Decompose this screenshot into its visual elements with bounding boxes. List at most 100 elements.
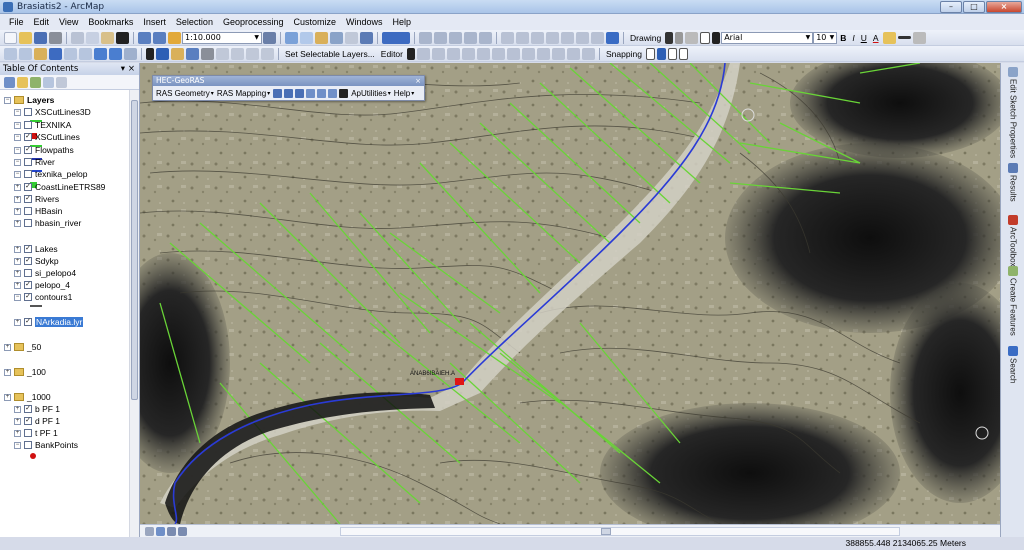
rotate-element-icon[interactable] — [675, 31, 684, 44]
layer-name[interactable]: Rivers — [35, 194, 59, 204]
map-horizontal-scrollbar[interactable] — [340, 527, 900, 536]
hecgeoras-title-bar[interactable]: HEC-GeoRAS × — [153, 76, 424, 86]
network-icon[interactable] — [449, 31, 462, 44]
cut-polygons-icon[interactable] — [507, 47, 520, 60]
edit-vertices-icon[interactable] — [492, 47, 505, 60]
map-view[interactable]: ANAB6IBAIEH.A — [140, 63, 1000, 524]
rectangle-icon[interactable] — [685, 31, 699, 44]
full-extent-icon[interactable] — [49, 47, 62, 60]
arctoolbox-icon[interactable] — [315, 31, 328, 44]
print-icon[interactable] — [49, 31, 62, 44]
toc-row-hbasin[interactable]: + HBasin — [14, 205, 62, 217]
editor-menu[interactable]: Editor — [381, 49, 403, 59]
redo-icon[interactable] — [153, 31, 166, 44]
topology-icon[interactable] — [434, 31, 447, 44]
expand-toggle[interactable]: + — [14, 183, 21, 191]
paste-icon[interactable] — [101, 31, 114, 44]
hecgeoras-help-menu[interactable]: Help — [394, 89, 410, 98]
hecgeoras-close-icon[interactable]: × — [415, 76, 421, 86]
copy-icon[interactable] — [86, 31, 99, 44]
visibility-checkbox[interactable]: ✓ — [24, 293, 32, 301]
visibility-checkbox[interactable] — [24, 121, 32, 129]
point-snap-icon[interactable] — [645, 47, 655, 60]
rotate-icon[interactable] — [561, 31, 574, 44]
toc-row-si-pelopo4[interactable]: + si_pelopo4 — [14, 267, 76, 279]
layer-name[interactable]: si_pelopo4 — [35, 268, 76, 278]
toc-row-xscutlines3d[interactable]: − XSCutLines3D — [14, 106, 91, 118]
layer-name[interactable]: _1000 — [27, 392, 51, 402]
visibility-checkbox[interactable] — [24, 158, 32, 166]
layer-name[interactable]: _50 — [27, 342, 41, 352]
xs-icon[interactable] — [317, 88, 327, 98]
expand-toggle[interactable]: + — [14, 429, 21, 437]
back-icon[interactable] — [94, 47, 107, 60]
toc-row-t-pf-1[interactable]: + t PF 1 — [14, 427, 58, 439]
toc-row-layers[interactable]: − Layers — [4, 94, 54, 106]
split-tool-icon[interactable] — [522, 47, 535, 60]
menu-edit[interactable]: Edit — [29, 17, 55, 27]
create-features-tab[interactable]: Create Features — [1005, 266, 1021, 336]
sketch-props-icon[interactable] — [591, 31, 604, 44]
list-by-drawing-order-icon[interactable] — [4, 76, 15, 88]
select-features-icon[interactable] — [124, 47, 137, 60]
font-name-combo[interactable]: Arial ▼ — [721, 31, 814, 44]
spatial-adjust-icon[interactable] — [464, 31, 477, 44]
pan-icon[interactable] — [34, 47, 47, 60]
visibility-checkbox[interactable]: ✓ — [24, 405, 32, 413]
menu-insert[interactable]: Insert — [138, 17, 171, 27]
pause-drawing-icon[interactable] — [178, 526, 187, 536]
forward-icon[interactable] — [109, 47, 122, 60]
layer-name[interactable]: t PF 1 — [35, 428, 58, 438]
map-scroll-thumb[interactable] — [601, 528, 611, 535]
layer-name[interactable]: b PF 1 — [35, 404, 60, 414]
toc-row-texnika-pelop[interactable]: − texnika_pelop — [14, 168, 87, 180]
visibility-checkbox[interactable]: ✓ — [24, 318, 32, 326]
sketch-properties-icon[interactable] — [567, 47, 580, 60]
visibility-checkbox[interactable] — [24, 269, 32, 277]
drawing-menu[interactable]: Drawing — [630, 33, 661, 43]
layer-name[interactable]: Flowpaths — [35, 145, 74, 155]
layer-name[interactable]: NArkadia.lyr — [35, 317, 84, 327]
toc-close-icon[interactable]: × — [128, 63, 135, 75]
toc-row-flowpaths[interactable]: − ✓ Flowpaths — [14, 144, 74, 156]
layer-name[interactable]: XSCutLines — [35, 132, 80, 142]
visibility-checkbox[interactable] — [24, 108, 32, 116]
select-elements-icon[interactable] — [665, 31, 674, 44]
layer-name[interactable]: texnika_pelop — [35, 169, 87, 179]
scale-combo[interactable]: 1:10.000 ▼ — [182, 31, 262, 44]
toc-row--100[interactable]: + _100 — [4, 366, 46, 378]
toc-row-coastlineetrs89[interactable]: + ✓ CoastLineETRS89 — [14, 181, 105, 193]
zoom-out-icon[interactable] — [19, 47, 32, 60]
cut-icon[interactable] — [71, 31, 84, 44]
list-by-source-icon[interactable] — [17, 76, 28, 88]
layer-color-button[interactable] — [382, 31, 410, 44]
import-ras-icon[interactable] — [284, 88, 294, 98]
expand-toggle[interactable]: + — [4, 368, 11, 376]
layer-name[interactable]: d PF 1 — [35, 416, 60, 426]
toc-options-icon[interactable] — [56, 76, 67, 88]
expand-toggle[interactable]: + — [14, 269, 21, 277]
search-window-icon[interactable] — [360, 31, 373, 44]
undo-edit-icon[interactable] — [606, 31, 619, 44]
flowpath-icon[interactable] — [306, 88, 316, 98]
toc-row--50[interactable]: + _50 — [4, 341, 41, 353]
menu-bookmarks[interactable]: Bookmarks — [83, 17, 138, 27]
expand-toggle[interactable]: + — [14, 281, 21, 289]
expand-toggle[interactable]: − — [14, 170, 21, 178]
visibility-checkbox[interactable]: ✓ — [24, 195, 32, 203]
rotate-tool-icon[interactable] — [537, 47, 550, 60]
visibility-checkbox[interactable]: ✓ — [24, 281, 32, 289]
undo-icon[interactable] — [138, 31, 151, 44]
find-icon[interactable] — [171, 47, 184, 60]
goto-xy-icon[interactable] — [186, 47, 199, 60]
bank-icon[interactable] — [328, 88, 338, 98]
visibility-checkbox[interactable]: ✓ — [24, 183, 32, 191]
layout-icon[interactable] — [479, 31, 492, 44]
layer-name[interactable]: Sdykp — [35, 256, 59, 266]
toc-scrollbar[interactable] — [129, 90, 139, 537]
toc-row-contours1[interactable]: − ✓ contours1 — [14, 291, 72, 303]
split-icon[interactable] — [546, 31, 559, 44]
hyperlink-icon[interactable] — [216, 47, 229, 60]
minimize-button[interactable]: – — [940, 1, 962, 13]
underline-button[interactable]: U — [861, 33, 867, 43]
